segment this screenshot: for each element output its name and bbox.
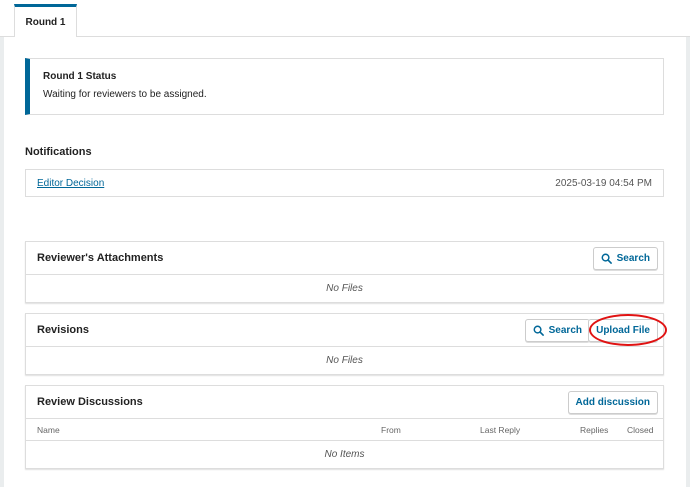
tab-round-1[interactable]: Round 1 bbox=[14, 4, 77, 38]
upload-file-button[interactable]: Upload File bbox=[588, 319, 658, 342]
reviewer-attachments-grid: Reviewer's Attachments Search No Files bbox=[25, 241, 664, 303]
round-status-box: Round 1 Status Waiting for reviewers to … bbox=[25, 58, 664, 115]
reviewer-attachments-search-button[interactable]: Search bbox=[592, 247, 658, 270]
search-button-label: Search bbox=[616, 253, 650, 264]
review-discussions-title: Review Discussions bbox=[37, 396, 143, 408]
review-discussions-empty: No Items bbox=[324, 449, 365, 460]
notification-item: Editor Decision 2025-03-19 04:54 PM bbox=[25, 169, 664, 197]
notifications-heading: Notifications bbox=[25, 146, 92, 158]
notification-date: 2025-03-19 04:54 PM bbox=[555, 178, 652, 189]
round-status-title: Round 1 Status bbox=[43, 71, 117, 82]
revisions-search-button[interactable]: Search bbox=[524, 319, 590, 342]
revisions-empty: No Files bbox=[326, 355, 363, 366]
search-icon bbox=[601, 253, 612, 264]
round-status-text: Waiting for reviewers to be assigned. bbox=[43, 89, 207, 100]
revisions-title: Revisions bbox=[37, 324, 89, 336]
column-replies[interactable]: Replies bbox=[580, 425, 608, 435]
notification-link-editor-decision[interactable]: Editor Decision bbox=[37, 178, 104, 189]
reviewer-attachments-empty: No Files bbox=[326, 283, 363, 294]
revisions-grid: Revisions Search Upload File No Files bbox=[25, 313, 664, 375]
tab-bar: Round 1 bbox=[0, 0, 690, 38]
discussion-column-headers: Name From Last Reply Replies Closed bbox=[26, 419, 663, 441]
column-name[interactable]: Name bbox=[37, 425, 60, 435]
search-button-label: Search bbox=[548, 325, 582, 336]
reviewer-attachments-title: Reviewer's Attachments bbox=[37, 252, 164, 264]
add-discussion-button[interactable]: Add discussion bbox=[567, 391, 658, 414]
column-from[interactable]: From bbox=[381, 425, 401, 435]
review-discussions-grid: Review Discussions Add discussion Name F… bbox=[25, 385, 664, 469]
column-closed[interactable]: Closed bbox=[627, 425, 653, 435]
search-icon bbox=[533, 325, 544, 336]
column-last-reply[interactable]: Last Reply bbox=[480, 425, 520, 435]
